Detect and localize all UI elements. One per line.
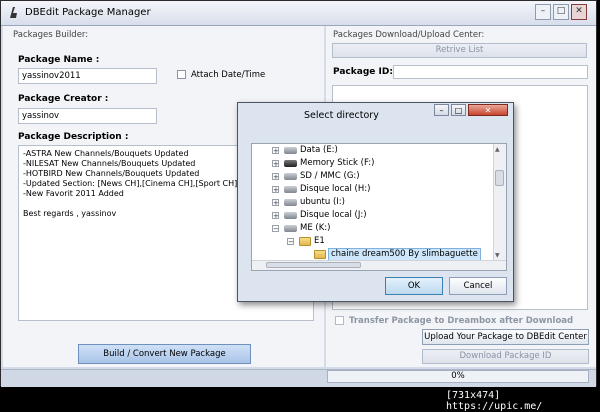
tree-item[interactable]: + Memory Stick (F:): [252, 157, 492, 170]
collapse-icon[interactable]: −: [272, 225, 279, 233]
tree-item[interactable]: + SD / MMC (G:): [252, 170, 492, 183]
package-creator-input[interactable]: yassinov: [18, 108, 157, 124]
attach-date-label: Attach Date/Time: [191, 70, 266, 80]
tree-item-label: SD / MMC (G:): [300, 171, 360, 181]
window-title: DBEdit Package Manager: [25, 7, 151, 18]
scroll-up-icon[interactable]: ▲: [495, 146, 500, 153]
tree-item-label: Disque local (H:): [300, 184, 371, 194]
package-creator-label: Package Creator :: [18, 94, 109, 104]
app-icon: [10, 7, 17, 18]
tree-item[interactable]: − ME (K:): [252, 222, 492, 235]
expand-icon[interactable]: +: [272, 186, 279, 194]
tree-item-label: ME (K:): [300, 223, 331, 233]
expand-icon[interactable]: +: [272, 212, 279, 220]
tree-horizontal-scrollbar[interactable]: [252, 260, 506, 270]
minimize-icon[interactable]: –: [535, 4, 551, 20]
dialog-close-icon[interactable]: ✕: [468, 104, 508, 116]
main-window: DBEdit Package Manager – □ ✕ Packages Bu…: [0, 0, 597, 387]
tree-item-label: Disque local (J:): [300, 210, 367, 220]
drive-icon: [284, 186, 297, 193]
progress-bar: 0%: [327, 370, 589, 383]
transfer-label: Transfer Package to Dreambox after Downl…: [349, 316, 574, 326]
package-name-label: Package Name :: [18, 55, 100, 65]
tree-item[interactable]: − E1: [252, 235, 492, 248]
package-id-input[interactable]: [393, 65, 588, 79]
tree-item[interactable]: + Data (E:): [252, 144, 492, 157]
package-id-label: Package ID:: [333, 67, 393, 77]
scroll-thumb[interactable]: [495, 170, 504, 186]
folder-icon: [314, 250, 326, 259]
drive-icon: [284, 147, 297, 154]
package-name-input[interactable]: yassinov2011: [18, 68, 157, 84]
directory-tree[interactable]: + Data (E:) + Memory Stick (F:) + SD / M…: [251, 143, 507, 271]
tree-item[interactable]: + ubuntu (I:): [252, 196, 492, 209]
tree-item-label: E1: [314, 236, 325, 246]
expand-icon[interactable]: +: [272, 173, 279, 181]
hscroll-thumb[interactable]: [266, 262, 361, 268]
watermark-text: [731x474] https://upic.me/: [446, 390, 543, 412]
collapse-icon[interactable]: −: [287, 238, 294, 246]
expand-icon[interactable]: +: [272, 160, 279, 168]
build-package-button[interactable]: Build / Convert New Package: [78, 344, 251, 364]
retrive-list-button[interactable]: Retrive List: [332, 43, 587, 58]
drive-icon: [284, 173, 297, 180]
drive-icon: [284, 225, 297, 232]
tree-item[interactable]: + Disque local (H:): [252, 183, 492, 196]
cancel-button[interactable]: Cancel: [449, 277, 507, 295]
upload-package-button[interactable]: Upload Your Package to DBEdit Center: [422, 329, 589, 345]
drive-icon: [284, 199, 297, 206]
transfer-checkbox[interactable]: [335, 316, 344, 325]
expand-icon[interactable]: +: [272, 199, 279, 207]
packages-builder-label: Packages Builder:: [13, 30, 89, 40]
scroll-down-icon[interactable]: ▼: [495, 252, 500, 259]
select-directory-dialog: Select directory – □ ✕ + Data (E:) + Mem…: [237, 102, 514, 302]
tree-item-label: Data (E:): [300, 145, 338, 155]
folder-icon: [299, 237, 311, 246]
expand-icon[interactable]: +: [272, 147, 279, 155]
download-package-id-button[interactable]: Download Package ID: [422, 349, 589, 364]
title-bar: DBEdit Package Manager – □ ✕: [1, 1, 596, 26]
download-upload-label: Packages Download/Upload Center:: [333, 30, 485, 40]
tree-item[interactable]: + Disque local (J:): [252, 209, 492, 222]
progress-text: 0%: [451, 371, 465, 381]
dialog-title: Select directory: [304, 110, 379, 121]
drive-icon: [284, 212, 297, 219]
dialog-title-bar: Select directory – □ ✕: [238, 103, 513, 125]
dialog-minimize-icon[interactable]: –: [434, 104, 449, 116]
attach-date-checkbox[interactable]: [177, 70, 186, 79]
close-icon[interactable]: ✕: [571, 4, 587, 20]
maximize-icon[interactable]: □: [553, 4, 569, 20]
tree-item-label: ubuntu (I:): [300, 197, 345, 207]
tree-item-label: Memory Stick (F:): [300, 158, 375, 168]
tree-vertical-scrollbar[interactable]: ▲ ▼: [493, 144, 506, 270]
ok-button[interactable]: OK: [385, 277, 443, 295]
memory-stick-icon: [284, 160, 297, 167]
package-description-label: Package Description :: [18, 132, 129, 142]
dialog-maximize-icon[interactable]: □: [451, 104, 466, 116]
